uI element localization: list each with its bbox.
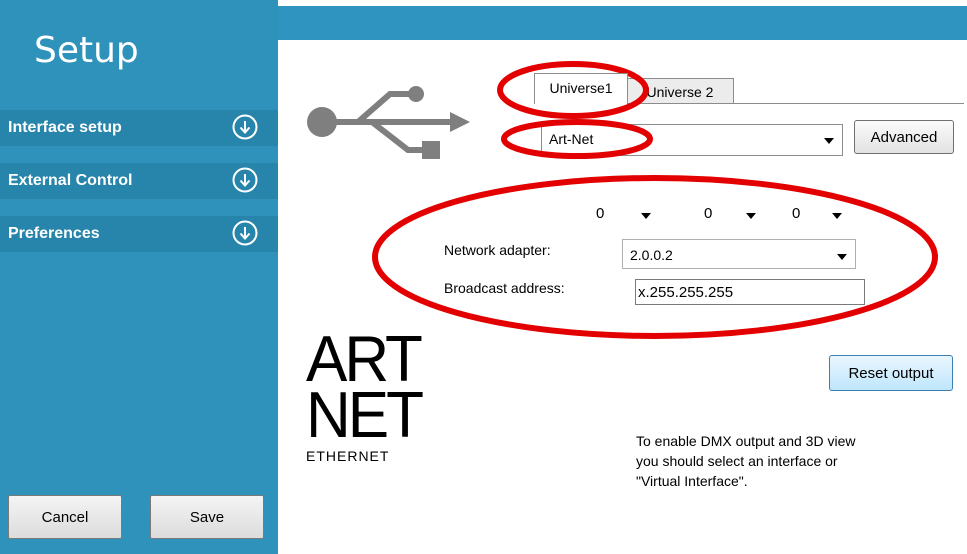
sidebar-item-label: Preferences bbox=[8, 225, 100, 242]
broadcast-address-input[interactable] bbox=[635, 279, 865, 305]
logo-ethernet: ETHERNET bbox=[306, 448, 390, 464]
save-button[interactable]: Save bbox=[150, 495, 264, 539]
ip-part-select-2[interactable]: 0 bbox=[704, 205, 770, 229]
chevron-down-icon bbox=[824, 138, 834, 144]
ip-part-value: 0 bbox=[596, 205, 605, 222]
info-message: To enable DMX output and 3D view you sho… bbox=[636, 433, 856, 489]
chevron-down-icon bbox=[746, 213, 756, 219]
art-net-logo: ART NET ETHERNET bbox=[306, 327, 466, 473]
cancel-button[interactable]: Cancel bbox=[8, 495, 122, 539]
sidebar-item-label: Interface setup bbox=[8, 119, 122, 136]
usb-icon bbox=[307, 86, 470, 159]
sidebar-item-external-control[interactable]: External Control bbox=[0, 163, 278, 199]
sidebar-item-preferences[interactable]: Preferences bbox=[0, 216, 278, 252]
protocol-select-value: Art-Net bbox=[549, 131, 594, 147]
ip-part-value: 0 bbox=[704, 205, 713, 222]
ip-part-value: 0 bbox=[792, 205, 801, 222]
chevron-down-icon bbox=[837, 254, 847, 260]
ip-part-select-3[interactable]: 0 bbox=[792, 205, 852, 229]
broadcast-address-label: Broadcast address: bbox=[444, 280, 565, 296]
network-adapter-select[interactable]: 2.0.0.2 bbox=[622, 239, 856, 269]
sidebar-title: Setup bbox=[34, 30, 139, 71]
sidebar-item-label: External Control bbox=[8, 172, 133, 189]
network-adapter-value: 2.0.0.2 bbox=[630, 247, 673, 263]
network-adapter-label: Network adapter: bbox=[444, 242, 551, 258]
header-bar bbox=[278, 6, 967, 40]
advanced-button[interactable]: Advanced bbox=[854, 120, 954, 154]
tab-universe2[interactable]: Universe 2 bbox=[626, 78, 734, 104]
ip-part-select-1[interactable]: 0 bbox=[596, 205, 662, 229]
circle-down-arrow-icon bbox=[232, 220, 258, 246]
circle-down-arrow-icon bbox=[232, 114, 258, 140]
tab-universe1[interactable]: Universe1 bbox=[534, 73, 628, 104]
chevron-down-icon bbox=[641, 213, 651, 219]
sidebar-item-interface-setup[interactable]: Interface setup bbox=[0, 110, 278, 146]
reset-output-button[interactable]: Reset output bbox=[829, 355, 953, 391]
sidebar: Setup Interface setup External Control P… bbox=[0, 0, 278, 554]
protocol-select[interactable]: Art-Net bbox=[541, 124, 843, 156]
chevron-down-icon bbox=[832, 213, 842, 219]
circle-down-arrow-icon bbox=[232, 167, 258, 193]
logo-net: NET bbox=[306, 379, 424, 452]
